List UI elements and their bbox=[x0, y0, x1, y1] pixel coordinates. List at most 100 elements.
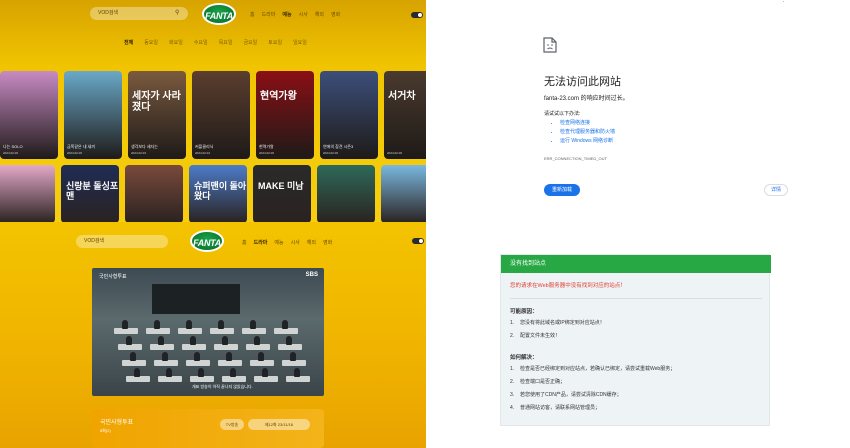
scene-person bbox=[134, 368, 140, 377]
scene-person bbox=[126, 336, 132, 345]
reason-item: 2. 配置文件未生效！ bbox=[510, 333, 561, 339]
reasons-title: 可能原因： bbox=[510, 309, 538, 315]
reload-button[interactable]: 重新加载 bbox=[544, 184, 580, 196]
nav-home-2[interactable]: 홈 bbox=[242, 239, 247, 246]
details-button[interactable]: 详情 bbox=[764, 184, 788, 196]
poster-row-2: 신랑분 돌싱포맨 슈퍼맨이 돌아왔다 MAKE 미남 bbox=[0, 165, 426, 222]
scene-person bbox=[198, 368, 204, 377]
poster-date: 2024.02.06 bbox=[259, 151, 275, 155]
error-host-message: fanta-23.com 的响应时间过长。 bbox=[544, 96, 629, 102]
fanta-logo-2[interactable]: FANTA bbox=[190, 230, 224, 252]
streaming-site-screens: VOD검색 ⚲ FANTA 홈 드라마 예능 시사 해외 영화 전체 동요일 화… bbox=[0, 0, 426, 448]
tv-broadcast-button[interactable]: TV방송 bbox=[220, 419, 244, 430]
tab-wed[interactable]: 수요일 bbox=[194, 39, 208, 46]
poster-caption: 나는 SOLO bbox=[3, 144, 23, 149]
top-nav-2: 홈 드라마 예능 시사 해외 영화 bbox=[242, 239, 332, 246]
scene-person bbox=[290, 352, 296, 361]
poster-card[interactable] bbox=[125, 165, 183, 222]
scene-person bbox=[158, 336, 164, 345]
fix-title: 如何解决： bbox=[510, 355, 538, 361]
fix-item: 2. 检查端口是否正确； bbox=[510, 379, 566, 385]
nav-drama-2[interactable]: 드라마 bbox=[254, 239, 268, 246]
video-subtitle: 개표 방송이 아직 끝나지 않았습니다. bbox=[192, 384, 253, 389]
scene-person bbox=[250, 320, 256, 329]
reasons-list: 1. 您没有将此域名或IP绑定到对应站点！ 2. 配置文件未生效！ bbox=[510, 317, 605, 343]
scene-person bbox=[262, 368, 268, 377]
poster-card[interactable]: 신랑분 돌싱포맨 bbox=[61, 165, 119, 222]
poster-date: 2024.02.06 bbox=[3, 151, 19, 155]
scene-person bbox=[258, 352, 264, 361]
scene-person bbox=[286, 336, 292, 345]
poster-card[interactable]: 세자가 사라졌다 생각보다 세자는 2024.02.03 bbox=[128, 71, 186, 159]
poster-card[interactable]: 연애의 참견 시즌3 2024.02.06 bbox=[320, 71, 378, 159]
suggestion-run-diagnostics[interactable]: 运行 Windows 网络诊断 bbox=[560, 137, 615, 146]
poster-caption: 금쪽같은 내 새끼 bbox=[67, 144, 95, 149]
poster-card[interactable]: 슈퍼맨이 돌아왔다 bbox=[189, 165, 247, 222]
poster-title: 세자가 사라졌다 bbox=[132, 91, 181, 113]
tab-all[interactable]: 전체 bbox=[124, 39, 133, 46]
tab-thu[interactable]: 목요일 bbox=[219, 39, 233, 46]
video-scene-board bbox=[152, 284, 240, 314]
divider bbox=[510, 298, 762, 299]
not-found-header: 没有找到站点 bbox=[501, 255, 771, 273]
nav-overseas[interactable]: 해외 bbox=[315, 11, 324, 18]
poster-card[interactable]: 나는 SOLO 2024.02.06 bbox=[0, 71, 58, 159]
video-player[interactable]: 국민사형투표 SBS 개표 방송이 아직 끝나지 않았습니다. bbox=[92, 268, 324, 396]
top-nav: 홈 드라마 예능 시사 해외 영화 bbox=[250, 11, 340, 18]
poster-title: MAKE 미남 bbox=[258, 181, 304, 191]
poster-date: 2024.02.06 bbox=[387, 151, 403, 155]
nav-variety-2[interactable]: 예능 bbox=[274, 239, 283, 246]
theme-toggle[interactable] bbox=[411, 12, 423, 18]
search-placeholder: VOD검색 bbox=[98, 10, 119, 16]
scene-person bbox=[218, 320, 224, 329]
poster-card[interactable]: 커플클리닉 2024.02.04 bbox=[192, 71, 250, 159]
nav-movie[interactable]: 영화 bbox=[331, 11, 340, 18]
vod-search-input[interactable]: VOD검색 ⚲ bbox=[90, 7, 188, 20]
corner-mark bbox=[783, 1, 784, 2]
nav-current[interactable]: 시사 bbox=[299, 11, 308, 18]
scene-person bbox=[122, 320, 128, 329]
poster-card[interactable]: MAKE 미남 bbox=[253, 165, 311, 222]
theme-toggle-2[interactable] bbox=[412, 238, 424, 244]
scene-person bbox=[162, 352, 168, 361]
reason-item: 1. 您没有将此域名或IP绑定到对应站点！ bbox=[510, 320, 605, 326]
scene-person bbox=[154, 320, 160, 329]
suggestion-check-proxy[interactable]: 检查代理服务器和防火墙 bbox=[560, 128, 615, 137]
nav-movie-2[interactable]: 영화 bbox=[323, 239, 332, 246]
fanta-logo[interactable]: FANTA bbox=[202, 3, 236, 25]
poster-title: 신랑분 돌싱포맨 bbox=[66, 181, 119, 201]
poster-card[interactable]: 금쪽같은 내 새끼 2024.02.06 bbox=[64, 71, 122, 159]
nav-home[interactable]: 홈 bbox=[250, 11, 255, 18]
poster-card[interactable] bbox=[317, 165, 375, 222]
sad-page-icon bbox=[543, 37, 557, 53]
nav-drama[interactable]: 드라마 bbox=[262, 11, 276, 18]
search-icon[interactable]: ⚲ bbox=[175, 10, 182, 17]
scene-person bbox=[186, 320, 192, 329]
tab-mon[interactable]: 동요일 bbox=[144, 39, 158, 46]
video-title-overlay: 국민사형투표 bbox=[99, 274, 127, 280]
scene-person bbox=[226, 352, 232, 361]
poster-card[interactable]: 현역가왕 현역가왕 2024.02.06 bbox=[256, 71, 314, 159]
nav-current-2[interactable]: 시사 bbox=[291, 239, 300, 246]
poster-card[interactable] bbox=[381, 165, 426, 222]
poster-card[interactable] bbox=[0, 165, 55, 222]
fix-item: 3. 若您使用了CDN产品，请尝试清除CDN缓存； bbox=[510, 392, 622, 398]
poster-title: 서거차 bbox=[388, 91, 416, 102]
fix-item: 4. 普通网站访客，请联系网站管理员； bbox=[510, 405, 601, 411]
poster-card[interactable]: 서거차 2024.02.06 bbox=[384, 71, 426, 159]
nav-variety[interactable]: 예능 bbox=[282, 11, 291, 18]
error-title: 无法访问此网站 bbox=[544, 76, 621, 88]
scene-person bbox=[166, 368, 172, 377]
suggestion-check-network[interactable]: 检查网络连接 bbox=[560, 119, 615, 128]
poster-date: 2024.02.03 bbox=[131, 151, 147, 155]
episode-select-button[interactable]: 제12화 23/11/16 bbox=[248, 419, 310, 430]
tab-tue[interactable]: 화요일 bbox=[169, 39, 183, 46]
nav-overseas-2[interactable]: 해외 bbox=[307, 239, 316, 246]
search-placeholder-2: VOD검색 bbox=[84, 238, 105, 244]
tab-sun[interactable]: 일요일 bbox=[293, 39, 307, 46]
vod-search-input-2[interactable]: VOD검색 bbox=[76, 235, 168, 248]
browser-error-page bbox=[426, 0, 850, 230]
episode-number: 8화(2) bbox=[100, 428, 111, 433]
tab-fri[interactable]: 금요일 bbox=[243, 39, 257, 46]
tab-sat[interactable]: 토요일 bbox=[268, 39, 282, 46]
